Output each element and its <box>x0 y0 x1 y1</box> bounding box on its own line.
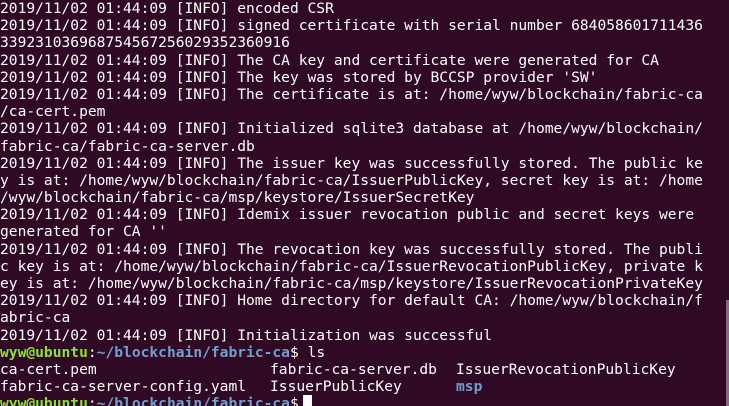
prompt-path: ~/blockchain/fabric-ca <box>96 395 290 406</box>
log-line: 2019/11/02 01:44:09 [INFO] Initializatio… <box>0 326 493 344</box>
log-line: fabric-ca/fabric-ca-server.db <box>0 137 255 155</box>
log-output: 2019/11/02 01:44:09 [INFO] encoded CSR 2… <box>0 0 729 344</box>
file-entry: ca-cert.pem <box>0 360 97 378</box>
prompt-line-ls: wyw@ubuntu:~/blockchain/fabric-ca$ ls <box>0 344 729 361</box>
ls-output-row: fabric-ca-server-config.yaml IssuerPubli… <box>0 378 729 395</box>
directory-entry: msp <box>456 378 483 396</box>
log-line: c key is at: /home/wyw/blockchain/fabric… <box>0 257 703 275</box>
log-line: 339231036968754567256029352360916 <box>0 34 290 52</box>
file-entry: IssuerPublicKey <box>270 378 402 396</box>
log-line: ey is at: /home/wyw/blockchain/fabric-ca… <box>0 275 703 292</box>
prompt-user-host: wyw@ubuntu <box>0 395 88 406</box>
log-line: 2019/11/02 01:44:09 [INFO] signed certif… <box>0 17 703 35</box>
prompt-user-host: wyw@ubuntu <box>0 343 88 361</box>
typed-command: ls <box>298 343 326 361</box>
log-line: generated for CA '' <box>0 223 167 241</box>
file-entry: fabric-ca-server-config.yaml <box>0 378 247 396</box>
prompt-path: ~/blockchain/fabric-ca <box>96 343 290 361</box>
log-line: /wyw/blockchain/fabric-ca/msp/keystore/I… <box>0 189 475 207</box>
log-line: 2019/11/02 01:44:09 [INFO] encoded CSR <box>0 0 334 17</box>
text-cursor <box>302 395 312 406</box>
terminal-window[interactable]: 2019/11/02 01:44:09 [INFO] encoded CSR 2… <box>0 0 729 406</box>
log-line: 2019/11/02 01:44:09 [INFO] The revocatio… <box>0 240 703 258</box>
log-line: 2019/11/02 01:44:09 [INFO] Home director… <box>0 292 703 310</box>
prompt-colon: : <box>87 343 97 361</box>
log-line: 2019/11/02 01:44:09 [INFO] The key was s… <box>0 68 598 86</box>
file-entry: IssuerRevocationPublicKey <box>456 360 676 378</box>
log-line: 2019/11/02 01:44:09 [INFO] The issuer ke… <box>0 154 703 172</box>
log-line: abric-ca <box>0 309 71 327</box>
file-entry: fabric-ca-server.db <box>270 360 437 378</box>
prompt-dollar: $ <box>289 395 299 406</box>
log-line: 2019/11/02 01:44:09 [INFO] Idemix issuer… <box>0 206 695 224</box>
prompt-colon: : <box>87 395 97 406</box>
log-line: 2019/11/02 01:44:09 [INFO] The certifica… <box>0 85 703 103</box>
log-line: /ca-cert.pem <box>0 103 106 121</box>
prompt-line-current[interactable]: wyw@ubuntu:~/blockchain/fabric-ca$ <box>0 395 729 406</box>
ls-output-row: ca-cert.pem fabric-ca-server.db IssuerRe… <box>0 361 729 378</box>
log-line: 2019/11/02 01:44:09 [INFO] The CA key an… <box>0 51 659 69</box>
prompt-dollar: $ <box>289 343 299 361</box>
log-line: 2019/11/02 01:44:09 [INFO] Initialized s… <box>0 120 703 138</box>
log-line: y is at: /home/wyw/blockchain/fabric-ca/… <box>0 171 703 189</box>
